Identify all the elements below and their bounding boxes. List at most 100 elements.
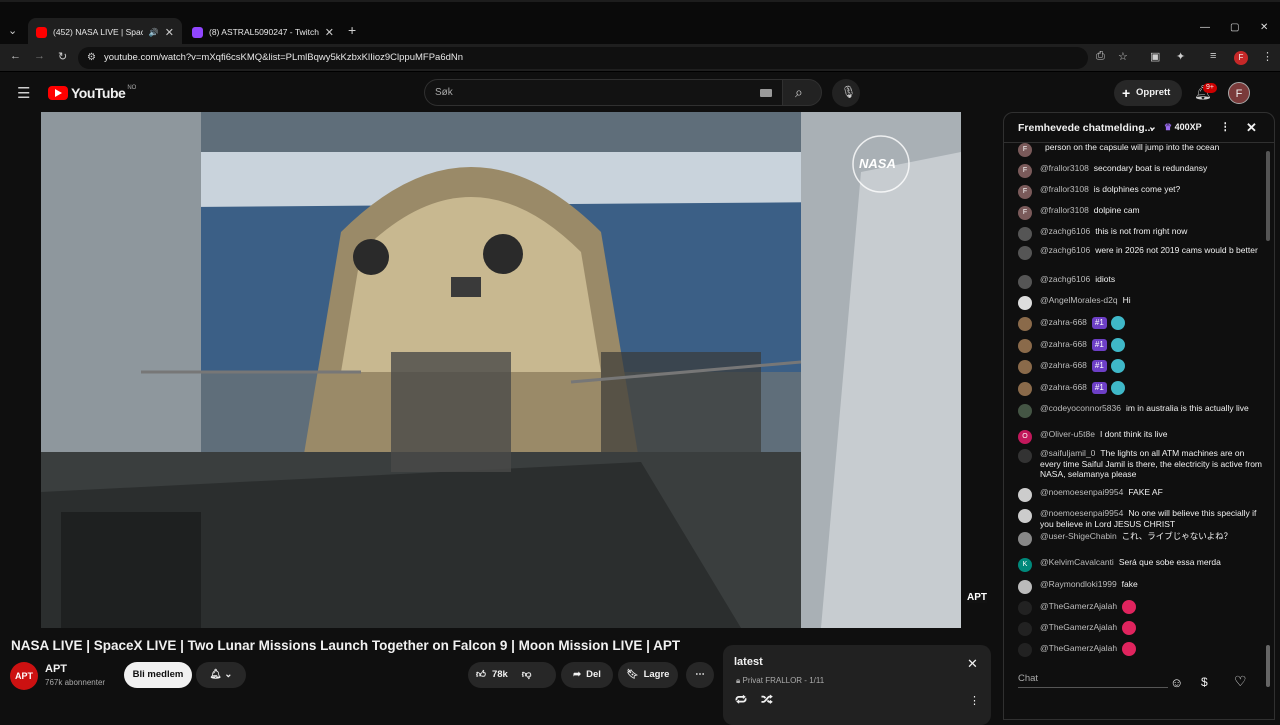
chat-author-avatar[interactable]	[1018, 246, 1032, 260]
youtube-logo[interactable]: YouTube NO	[48, 85, 136, 101]
keyboard-icon[interactable]	[760, 89, 772, 97]
install-icon[interactable]: ⎙	[1096, 50, 1105, 63]
more-actions-button[interactable]: ⋯	[686, 662, 714, 688]
chat-author-name[interactable]: @zahra-668	[1040, 360, 1087, 370]
chat-input[interactable]: Chat	[1018, 673, 1168, 688]
share-button[interactable]: ➦ Del	[561, 662, 613, 688]
chat-author-avatar[interactable]: F	[1018, 206, 1032, 220]
chat-author-name[interactable]: @frallor3108	[1040, 184, 1089, 194]
chat-author-name[interactable]: @zachg6106	[1040, 245, 1090, 255]
xp-badge[interactable]: ♛ 400XP	[1164, 122, 1202, 133]
site-info-icon[interactable]: ⚙	[87, 47, 96, 69]
chat-author-avatar[interactable]	[1018, 227, 1032, 241]
chat-author-avatar[interactable]	[1018, 580, 1032, 594]
chat-author-avatar[interactable]	[1018, 643, 1032, 657]
speaker-icon[interactable]: 🔊	[149, 28, 159, 37]
chat-author-name[interactable]: @TheGamerzAjalah	[1040, 601, 1117, 611]
dislike-icon[interactable]: 👎︎	[522, 662, 532, 688]
chat-author-name[interactable]: @zachg6106	[1040, 226, 1090, 236]
search-button[interactable]: ⌕	[782, 79, 822, 106]
browser-menu-icon[interactable]: ⋮	[1262, 50, 1273, 63]
chat-author-name[interactable]: @AngelMorales-d2q	[1040, 295, 1118, 305]
like-count[interactable]: 78k	[492, 662, 508, 688]
chat-author-name[interactable]: @noemoesenpai9954	[1040, 508, 1123, 518]
chat-author-avatar[interactable]	[1018, 404, 1032, 418]
chat-author-avatar[interactable]	[1018, 339, 1032, 353]
chat-author-name[interactable]: @zahra-668	[1040, 339, 1087, 349]
like-icon[interactable]: 👍︎	[476, 662, 486, 688]
loop-icon[interactable]: 🔁︎	[735, 692, 747, 709]
minimize-icon[interactable]: —	[1200, 22, 1210, 33]
chat-author-avatar[interactable]	[1018, 449, 1032, 463]
chat-author-avatar[interactable]: F	[1018, 143, 1032, 157]
close-window-icon[interactable]: ✕	[1260, 22, 1268, 33]
search-input[interactable]: Søk	[424, 79, 782, 106]
chat-author-name[interactable]: @zahra-668	[1040, 317, 1087, 327]
reload-icon[interactable]: ↻	[58, 50, 67, 63]
chat-author-avatar[interactable]: F	[1018, 164, 1032, 178]
chat-menu-icon[interactable]: ⋮	[1220, 121, 1231, 133]
chat-author-name[interactable]: @TheGamerzAjalah	[1040, 622, 1117, 632]
chat-author-name[interactable]: @codeyoconnor5836	[1040, 403, 1121, 413]
chat-author-avatar[interactable]	[1018, 532, 1032, 546]
chat-author-name[interactable]: @TheGamerzAjalah	[1040, 643, 1117, 653]
chat-scrollbar[interactable]	[1266, 147, 1270, 687]
chat-author-avatar[interactable]: K	[1018, 558, 1032, 572]
back-icon[interactable]: ←	[10, 50, 21, 62]
chat-author-name[interactable]: @frallor3108	[1040, 163, 1089, 173]
account-avatar[interactable]: F	[1228, 82, 1250, 104]
save-button[interactable]: 🔖︎ Lagre	[618, 662, 678, 688]
playlist-menu-icon[interactable]: ⋮	[969, 694, 980, 707]
tab-youtube[interactable]: (452) NASA LIVE | SpaceX LI 🔊 ✕	[28, 18, 182, 46]
chat-author-avatar[interactable]	[1018, 360, 1032, 374]
maximize-icon[interactable]: ▢	[1230, 22, 1239, 33]
chat-author-name[interactable]: @zachg6106	[1040, 274, 1090, 284]
chat-author-name[interactable]: @user-ShigeChabin	[1040, 531, 1117, 541]
profile-avatar[interactable]: F	[1234, 51, 1248, 65]
chat-mode-chevron-icon[interactable]: ⌄	[1148, 121, 1157, 133]
emoji-icon[interactable]: ☺	[1170, 675, 1183, 690]
chat-author-avatar[interactable]	[1018, 509, 1032, 523]
forward-icon[interactable]: →	[34, 50, 45, 62]
bookmark-star-icon[interactable]: ☆	[1118, 50, 1128, 63]
shuffle-icon[interactable]: 🔀︎	[761, 692, 773, 709]
close-tab-icon[interactable]: ✕	[165, 26, 174, 39]
hamburger-menu-icon[interactable]: ☰	[17, 84, 30, 102]
chat-author-avatar[interactable]	[1018, 488, 1032, 502]
url-field[interactable]: ⚙ youtube.com/watch?v=mXqfi6csKMQ&list=P…	[78, 47, 1088, 69]
channel-avatar[interactable]: APT	[10, 662, 38, 690]
video-player[interactable]: NASA	[41, 112, 961, 628]
heart-icon[interactable]: ♡	[1234, 673, 1247, 690]
playlist-title[interactable]: latest	[734, 656, 763, 668]
join-button[interactable]: Bli medlem	[124, 662, 192, 688]
notification-bell-button[interactable]: 🔔︎ ⌄	[196, 662, 246, 688]
tab-search-chevron-icon[interactable]: ⌄	[8, 24, 17, 37]
chat-author-avatar[interactable]	[1018, 601, 1032, 615]
chat-author-name[interactable]: @Oliver-u5t8e	[1040, 429, 1095, 439]
chat-author-avatar[interactable]	[1018, 317, 1032, 331]
tab-twitch[interactable]: (8) ASTRAL5090247 - Twitch ✕	[184, 18, 342, 46]
chat-author-avatar[interactable]: F	[1018, 185, 1032, 199]
chat-author-name[interactable]: @zahra-668	[1040, 382, 1087, 392]
channel-name[interactable]: APT	[45, 663, 67, 675]
chat-author-name[interactable]: @saifuljamil_0	[1040, 448, 1095, 458]
close-chat-icon[interactable]: ✕	[1246, 120, 1257, 136]
chat-author-avatar[interactable]	[1018, 275, 1032, 289]
chat-author-avatar[interactable]	[1018, 296, 1032, 310]
chat-mode-selector[interactable]: Fremhevede chatmelding...	[1018, 122, 1153, 134]
chat-author-avatar[interactable]	[1018, 382, 1032, 396]
voice-search-button[interactable]: 🎙	[832, 79, 860, 107]
media-icon[interactable]: ≡	[1210, 50, 1216, 62]
cast-icon[interactable]: ▣	[1150, 50, 1160, 63]
chat-author-avatar[interactable]	[1018, 622, 1032, 636]
close-playlist-icon[interactable]: ✕	[967, 656, 978, 672]
chat-author-avatar[interactable]: O	[1018, 430, 1032, 444]
chat-author-name[interactable]: @KelvimCavalcanti	[1040, 557, 1114, 567]
extensions-icon[interactable]: ✦	[1176, 50, 1185, 63]
chat-author-name[interactable]: @Raymondloki1999	[1040, 579, 1117, 589]
create-button[interactable]: + Opprett	[1114, 80, 1182, 106]
close-tab-icon[interactable]: ✕	[325, 26, 334, 39]
new-tab-icon[interactable]: +	[348, 22, 356, 38]
super-chat-icon[interactable]: $	[1201, 675, 1208, 689]
chat-author-name[interactable]: @noemoesenpai9954	[1040, 487, 1123, 497]
